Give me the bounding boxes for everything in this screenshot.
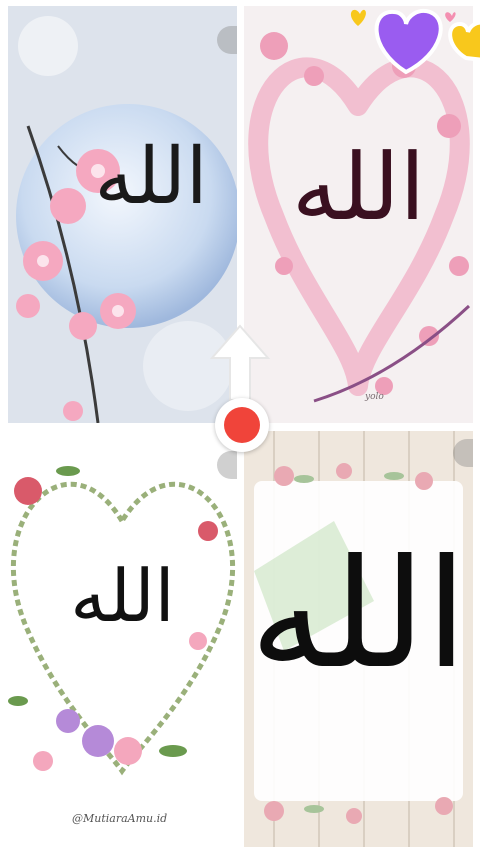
watermark: yolo [365, 392, 384, 402]
arrow-up-icon[interactable] [208, 322, 272, 402]
record-icon [224, 407, 260, 443]
wallpaper-tile-bottom-left[interactable] [8, 431, 237, 847]
wood-frame-illustration [244, 431, 473, 847]
wallpaper-tile-bottom-right[interactable] [244, 431, 473, 847]
side-handle[interactable] [217, 26, 237, 54]
side-handle[interactable] [217, 451, 237, 479]
wallpaper-tile-top-left[interactable] [8, 6, 237, 423]
side-handle[interactable] [453, 439, 473, 467]
floral-bubble-illustration [8, 6, 237, 423]
record-button[interactable] [215, 398, 269, 452]
floral-wreath-illustration [8, 431, 237, 847]
watermark: @MutiaraAmu.id [72, 812, 168, 825]
hearts-icon[interactable] [348, 0, 480, 78]
